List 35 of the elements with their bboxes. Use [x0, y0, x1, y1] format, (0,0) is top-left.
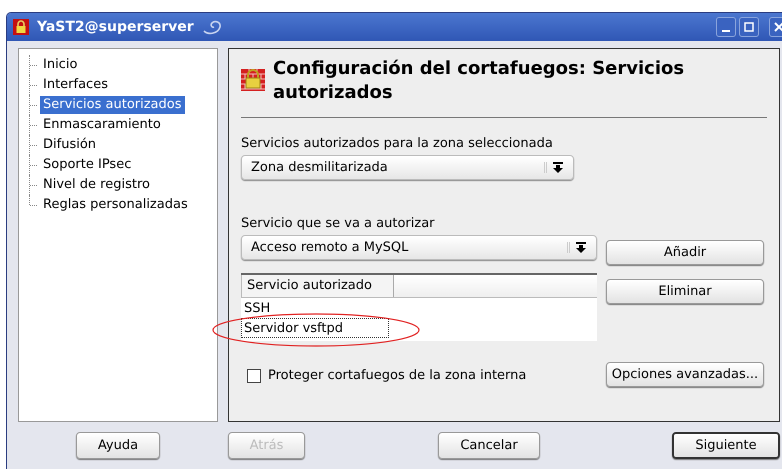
- tree-item[interactable]: Difusión: [40, 136, 100, 154]
- column-header[interactable]: Servicio autorizado: [242, 275, 394, 297]
- tree-item[interactable]: Soporte IPsec: [40, 156, 134, 174]
- footer-button[interactable]: Cancelar: [438, 432, 540, 458]
- tree-item[interactable]: Nivel de registro: [40, 176, 153, 194]
- action-button[interactable]: Eliminar: [606, 279, 764, 304]
- field-label: Servicio que se va a autorizar: [241, 216, 436, 231]
- swirl-icon: [202, 19, 222, 35]
- checkbox-label: Proteger cortafuegos de la zona interna: [268, 368, 526, 383]
- firewall-icon: [241, 67, 265, 93]
- table-cell[interactable]: Servidor vsftpd: [241, 318, 389, 338]
- action-button[interactable]: Opciones avanzadas...: [606, 362, 764, 387]
- maximize-icon: [744, 22, 754, 32]
- checkbox[interactable]: [247, 368, 261, 382]
- tree-item[interactable]: Interfaces: [40, 76, 111, 94]
- close-icon: [774, 22, 782, 32]
- footer-button[interactable]: Ayuda: [76, 432, 160, 458]
- zone-dropdown[interactable]: Zona desmilitarizada: [241, 155, 574, 180]
- tree-item[interactable]: Servicios autorizados: [40, 96, 184, 114]
- table-cell[interactable]: SSH: [241, 298, 389, 318]
- footer-button[interactable]: Siguiente: [672, 432, 780, 458]
- window-title: YaST2@superserver: [37, 19, 194, 35]
- service-dropdown[interactable]: Acceso remoto a MySQL: [241, 235, 597, 260]
- page-heading: Configuración del cortafuegos: Servicios autorizados: [273, 57, 686, 105]
- minimize-button[interactable]: [716, 17, 736, 37]
- minimize-icon: [722, 30, 730, 32]
- action-button[interactable]: Añadir: [606, 240, 764, 265]
- dropdown-arrow-icon: [567, 242, 586, 253]
- field-label: Servicios autorizados para la zona seleccionada: [241, 136, 554, 151]
- maximize-button[interactable]: [739, 17, 759, 37]
- tree-item[interactable]: Inicio: [40, 56, 80, 74]
- tree-item[interactable]: Reglas personalizadas: [40, 196, 191, 214]
- tree-item[interactable]: Enmascaramiento: [40, 116, 164, 134]
- lock-icon: [13, 19, 29, 35]
- dropdown-arrow-icon: [544, 162, 563, 173]
